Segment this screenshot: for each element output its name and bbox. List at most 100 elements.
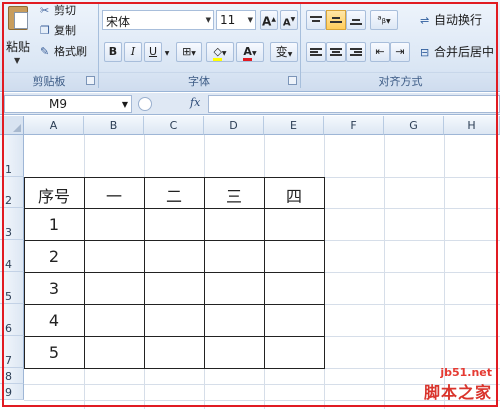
wrap-text-button[interactable]: ⇌ 自动换行 <box>420 11 482 29</box>
paint-bucket-icon: ◇ <box>213 46 222 61</box>
align-left-icon <box>310 47 322 57</box>
row-header-4[interactable]: 4 <box>0 240 24 272</box>
row-number: 5 <box>5 290 12 303</box>
font-launcher-icon[interactable] <box>288 76 297 85</box>
row-header-3[interactable]: 3 <box>0 208 24 240</box>
italic-icon: I <box>130 45 136 58</box>
name-box[interactable]: M9 ▼ <box>4 95 132 113</box>
formula-cancel-icon[interactable] <box>138 97 152 111</box>
alignment-group-label: 对齐方式 <box>301 72 500 90</box>
cell-e2[interactable]: 四 <box>264 183 324 207</box>
font-size-combo[interactable]: 11 ▼ <box>216 10 256 30</box>
font-size-value: 11 <box>220 13 236 27</box>
row-header-8[interactable]: 8 <box>0 368 24 384</box>
row-header-9[interactable]: 9 <box>0 384 24 400</box>
column-header-c[interactable]: C <box>144 116 204 135</box>
insert-function-button[interactable]: fx <box>190 96 200 109</box>
orientation-button[interactable]: ᵃᵦ▼ <box>370 10 398 30</box>
format-painter-button[interactable]: ✎ 格式刷 <box>40 43 87 61</box>
table-border <box>324 177 325 369</box>
font-color-button[interactable]: A▼ <box>236 42 264 62</box>
row-number: 7 <box>5 354 12 367</box>
name-box-value: M9 <box>49 97 67 111</box>
cell-a7[interactable]: 5 <box>24 343 84 362</box>
column-header-b[interactable]: B <box>84 116 144 135</box>
align-center-icon <box>330 47 342 57</box>
column-header-a[interactable]: A <box>24 116 84 135</box>
chevron-down-icon[interactable]: ▼ <box>122 100 128 109</box>
cell-a5[interactable]: 3 <box>24 279 84 298</box>
chevron-down-icon[interactable]: ▼ <box>248 16 253 24</box>
merge-center-label: 合并后居中 <box>434 45 495 59</box>
border-grid-icon: ⊞ <box>182 45 192 58</box>
row-number: 3 <box>5 226 12 239</box>
cell-c2[interactable]: 二 <box>144 183 204 207</box>
underline-button[interactable]: U <box>144 42 162 62</box>
chevron-down-icon: ▼ <box>191 50 196 57</box>
copy-button[interactable]: ❐ 复制 <box>40 22 76 40</box>
table-border <box>24 240 324 241</box>
table-border <box>24 368 324 369</box>
font-name-combo[interactable]: 宋体 ▼ <box>102 10 214 30</box>
row-header-7[interactable]: 7 <box>0 336 24 368</box>
decrease-indent-button[interactable]: ⇤ <box>370 42 390 62</box>
grow-font-button[interactable]: A▲ <box>260 10 278 30</box>
select-all-button[interactable] <box>0 116 24 135</box>
table-border <box>24 272 324 273</box>
phonetic-button[interactable]: 变▼ <box>270 42 298 62</box>
table-border <box>24 336 324 337</box>
cell-a2[interactable]: 序号 <box>24 183 84 207</box>
align-middle-button[interactable] <box>326 10 346 30</box>
cell-b2[interactable]: 一 <box>84 183 144 207</box>
table-border <box>24 304 324 305</box>
column-header-d[interactable]: D <box>204 116 264 135</box>
align-right-button[interactable] <box>346 42 366 62</box>
orientation-icon: ᵃᵦ <box>377 13 387 26</box>
table-border <box>24 208 324 209</box>
row-number: 2 <box>5 194 12 207</box>
column-header-g[interactable]: G <box>384 116 444 135</box>
underline-dropdown[interactable]: ▼ <box>162 42 172 62</box>
borders-button[interactable]: ⊞▼ <box>176 42 202 62</box>
cell-a3[interactable]: 1 <box>24 215 84 234</box>
row-number: 4 <box>5 258 12 271</box>
column-header-e[interactable]: E <box>264 116 324 135</box>
align-left-button[interactable] <box>306 42 326 62</box>
row-number: 1 <box>5 163 12 176</box>
copy-label: 复制 <box>54 24 76 37</box>
align-bottom-button[interactable] <box>346 10 366 30</box>
paste-button[interactable]: 粘贴 ▼ <box>2 2 32 68</box>
clipboard-launcher-icon[interactable] <box>86 76 95 85</box>
shrink-font-button[interactable]: A▼ <box>280 10 298 30</box>
cell-a6[interactable]: 4 <box>24 311 84 330</box>
italic-button[interactable]: I <box>124 42 142 62</box>
cut-label: 剪切 <box>54 4 76 17</box>
increase-indent-button[interactable]: ⇥ <box>390 42 410 62</box>
cut-button[interactable]: ✂ 剪切 <box>40 2 76 20</box>
watermark-name: 脚本之家 <box>423 383 492 402</box>
column-header-h[interactable]: H <box>444 116 500 135</box>
fill-color-button[interactable]: ◇▼ <box>206 42 234 62</box>
align-center-button[interactable] <box>326 42 346 62</box>
row-header-1[interactable]: 1 <box>0 135 24 177</box>
worksheet-grid[interactable]: A B C D E F G H 1 2 3 4 5 6 7 8 9 序号 一 二… <box>0 116 500 409</box>
brush-icon: ✎ <box>40 45 50 58</box>
chevron-down-icon[interactable]: ▼ <box>14 56 20 65</box>
grow-font-icon: A <box>262 14 272 29</box>
cell-a4[interactable]: 2 <box>24 247 84 266</box>
clipboard-icon <box>8 6 28 30</box>
bold-button[interactable]: B <box>104 42 122 62</box>
merge-cells-icon: ⊟ <box>420 46 430 59</box>
format-painter-label: 格式刷 <box>54 45 87 58</box>
align-top-button[interactable] <box>306 10 326 30</box>
chevron-down-icon: ▼ <box>221 50 227 57</box>
shrink-font-icon: A <box>282 17 291 29</box>
merge-center-button[interactable]: ⊟ 合并后居中 <box>420 43 494 61</box>
formula-input[interactable] <box>208 95 500 113</box>
row-header-6[interactable]: 6 <box>0 304 24 336</box>
row-header-5[interactable]: 5 <box>0 272 24 304</box>
column-header-f[interactable]: F <box>324 116 384 135</box>
chevron-down-icon[interactable]: ▼ <box>206 16 211 24</box>
row-header-2[interactable]: 2 <box>0 177 24 208</box>
cell-d2[interactable]: 三 <box>204 183 264 207</box>
